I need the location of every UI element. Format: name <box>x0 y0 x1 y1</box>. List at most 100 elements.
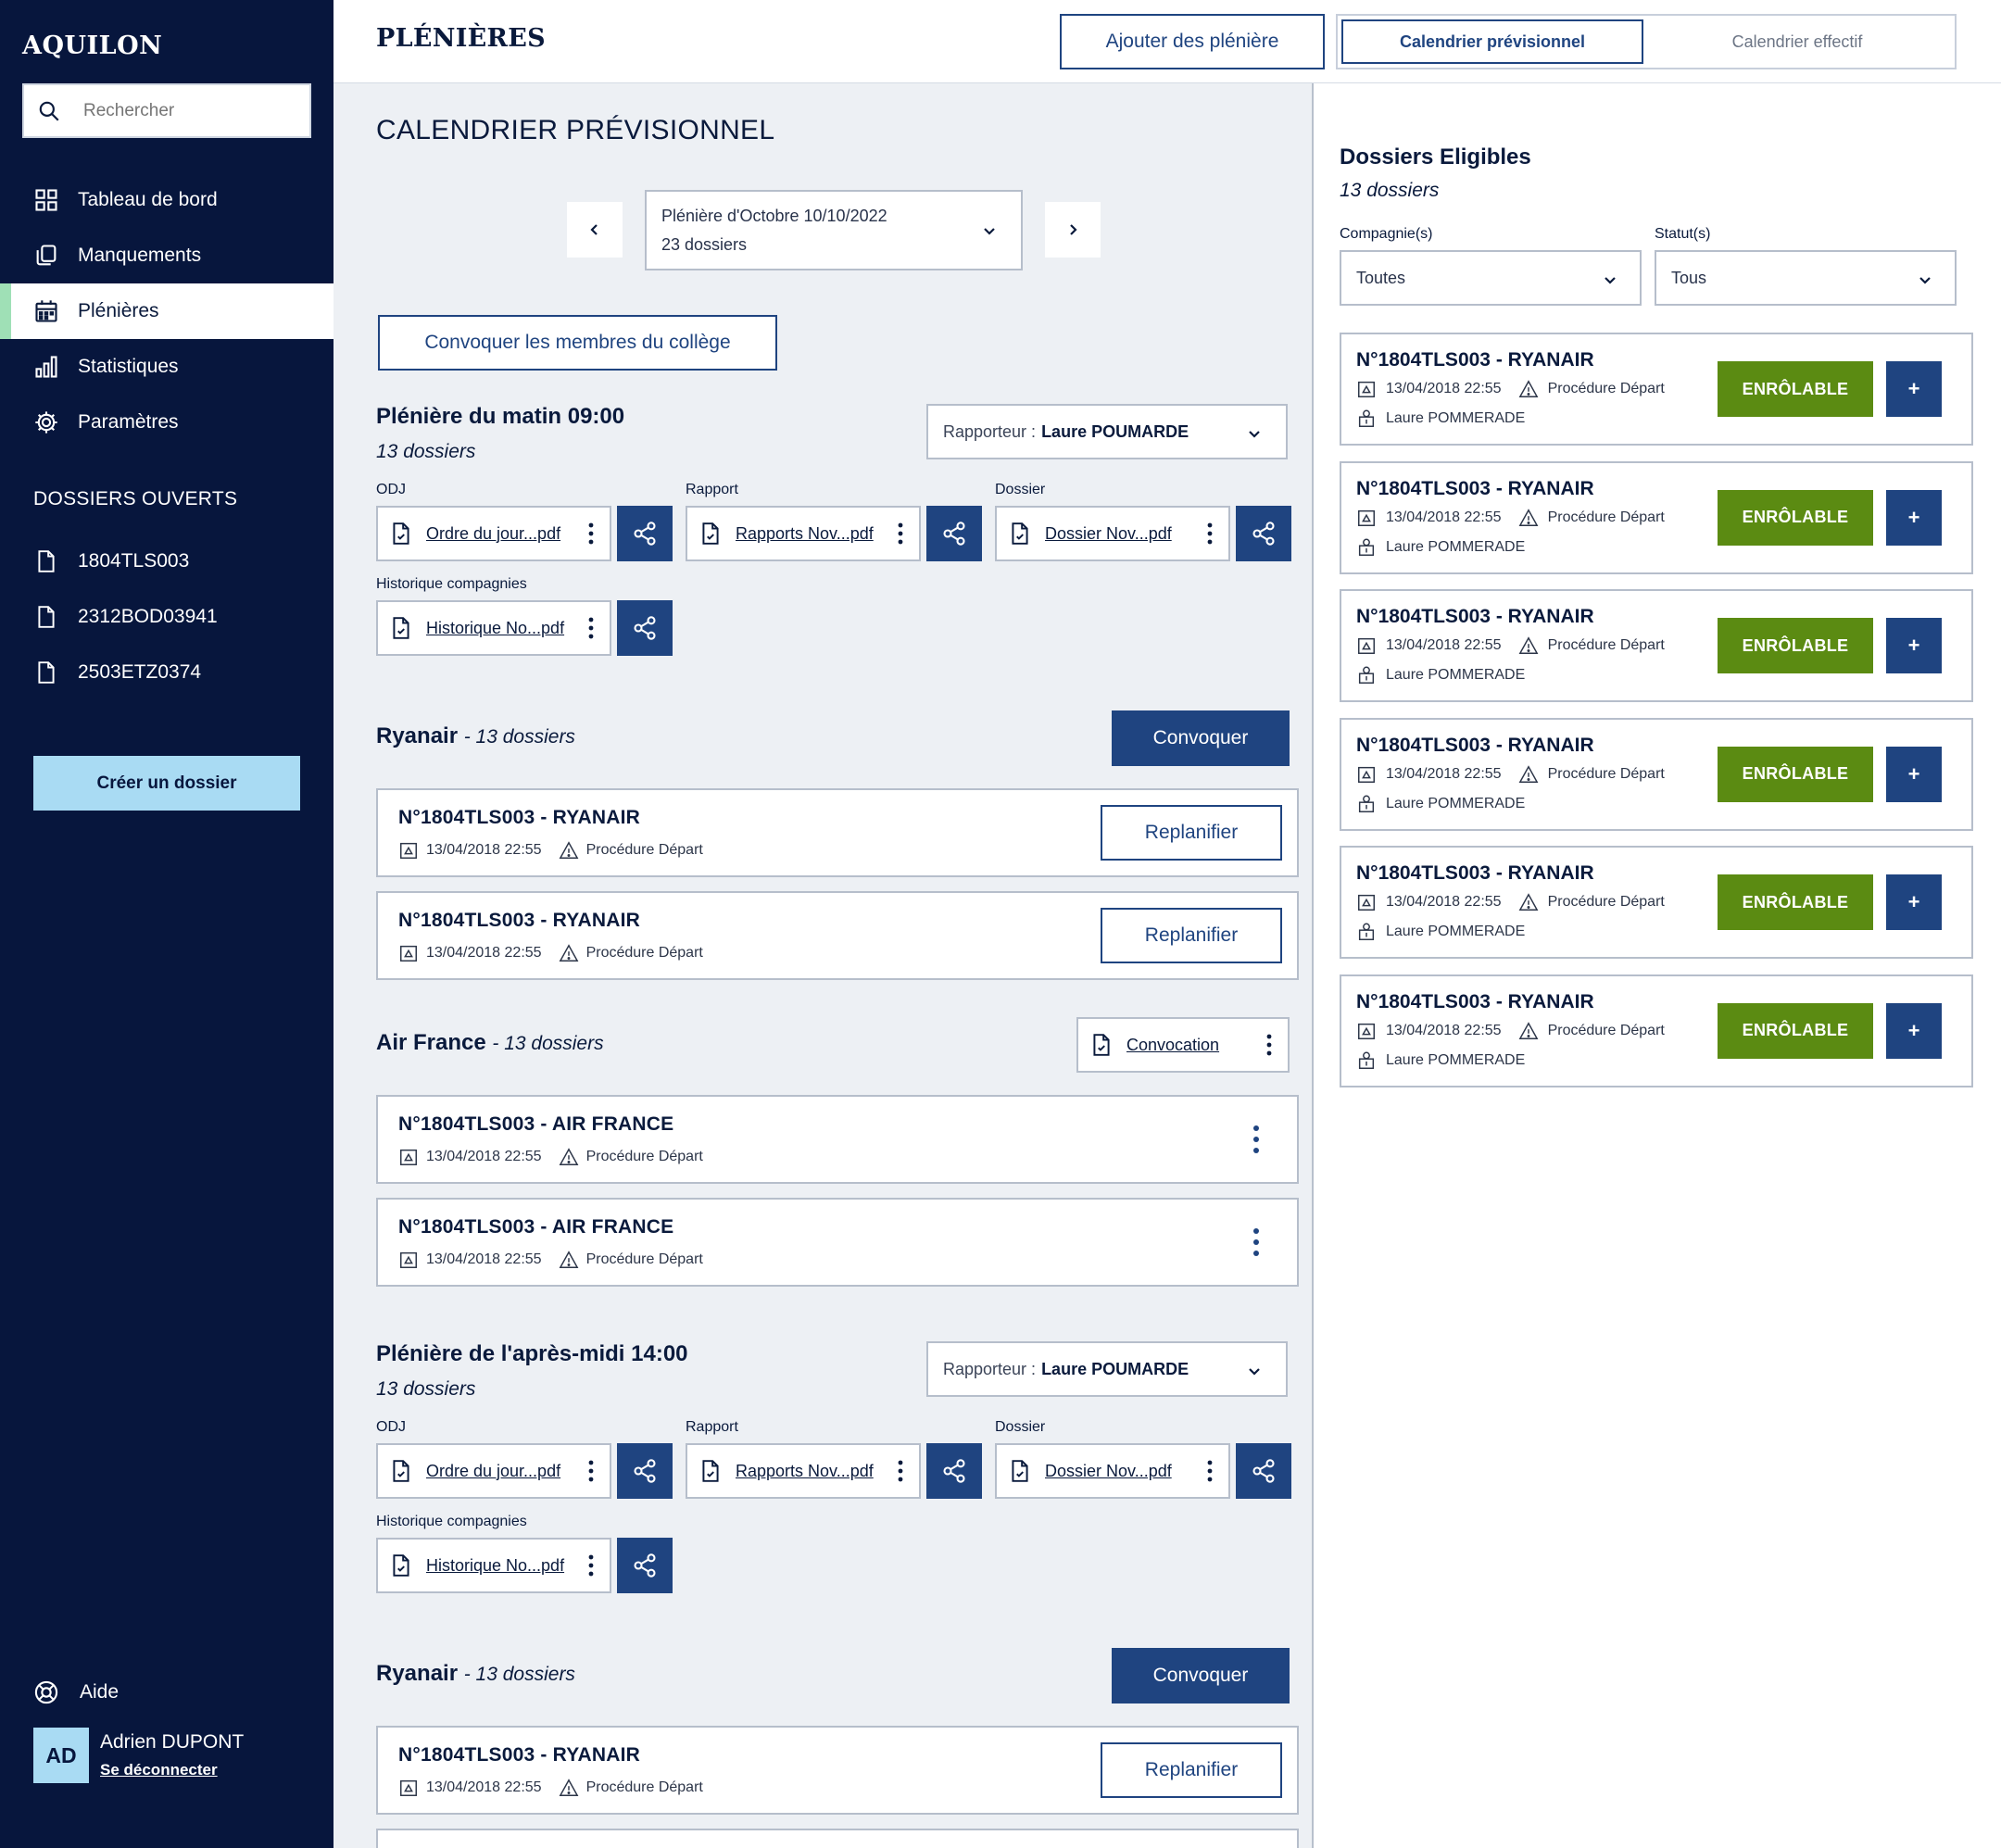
search-input[interactable] <box>83 100 287 121</box>
add-to-pleniere-button[interactable]: + <box>1886 361 1942 417</box>
file-name: Convocation <box>1126 1035 1220 1054</box>
rapporteur-select[interactable]: Rapporteur : Laure POUMARDE <box>926 1341 1288 1397</box>
eligible-card[interactable]: N°1804TLS003 - RYANAIR 13/04/2018 22:55 Pr… <box>1340 717 1973 831</box>
pleniere-selector[interactable]: Plénière d'Octobre 10/10/2022 23 dossier… <box>645 190 1023 270</box>
search-box[interactable] <box>22 83 311 138</box>
more-vertical-icon[interactable] <box>1265 1033 1273 1057</box>
enrolable-button[interactable]: ENRÔLABLE <box>1718 874 1873 930</box>
nav-item-manquements[interactable]: Manquements <box>0 228 334 283</box>
share-button[interactable] <box>617 1443 673 1499</box>
logout-link[interactable]: Se déconnecter <box>100 1761 244 1779</box>
help-link[interactable]: Aide <box>33 1679 119 1705</box>
replanifier-button[interactable]: Replanifier <box>1101 1742 1282 1798</box>
enrolable-button[interactable]: ENRÔLABLE <box>1718 361 1873 417</box>
rapport-file[interactable]: Rapports Nov...pdf <box>686 506 921 561</box>
warning-icon <box>1518 1021 1538 1039</box>
case-card[interactable]: N°1804TLS003 - AIR FRANCE 13/04/2018 22:… <box>376 1198 1299 1287</box>
replanifier-button[interactable]: Replanifier <box>1101 908 1282 963</box>
company-filter[interactable]: Toutes <box>1340 250 1642 306</box>
historique-file[interactable]: Historique No...pdf <box>376 1538 611 1593</box>
open-files-list: 1804TLS003 2312BOD03941 2503ETZ0374 <box>0 534 334 700</box>
eligible-card[interactable]: N°1804TLS003 - RYANAIR 13/04/2018 22:55 Pr… <box>1340 589 1973 702</box>
share-button[interactable] <box>617 600 673 656</box>
case-card[interactable]: N°1804TLS003 - RYANAIR 13/04/2018 22:55 … <box>376 788 1299 877</box>
add-to-pleniere-button[interactable]: + <box>1886 618 1942 673</box>
more-vertical-icon[interactable] <box>587 616 595 640</box>
next-button[interactable] <box>1045 202 1101 258</box>
convoquer-button[interactable]: Convoquer <box>1112 710 1290 766</box>
share-button[interactable] <box>617 1538 673 1593</box>
nav-label: Manquements <box>78 245 202 266</box>
eligible-card[interactable]: N°1804TLS003 - RYANAIR 13/04/2018 22:55 Pr… <box>1340 846 1973 959</box>
rapporteur-select[interactable]: Rapporteur : Laure POUMARDE <box>926 404 1288 459</box>
case-card-partial[interactable] <box>376 1829 1299 1848</box>
dossier-file[interactable]: Dossier Nov...pdf <box>995 506 1230 561</box>
enrolable-button[interactable]: ENRÔLABLE <box>1718 618 1873 673</box>
calendar-alert-icon <box>1358 637 1375 654</box>
more-vertical-icon[interactable] <box>1206 1459 1214 1483</box>
enrolable-button[interactable]: ENRÔLABLE <box>1718 489 1873 546</box>
create-file-button[interactable]: Créer un dossier <box>33 756 300 811</box>
nav-item-plenieres[interactable]: Plénières <box>0 283 334 339</box>
odj-file[interactable]: Ordre du jour...pdf <box>376 506 611 561</box>
company-count: - 13 dossiers <box>463 726 575 748</box>
company-name: Ryanair <box>376 723 459 748</box>
nav-item-tableau-de-bord[interactable]: Tableau de bord <box>0 172 334 228</box>
share-button[interactable] <box>1236 506 1291 561</box>
more-vertical-icon[interactable] <box>1252 1125 1260 1154</box>
search-icon <box>39 101 59 121</box>
odj-file[interactable]: Ordre du jour...pdf <box>376 1443 611 1499</box>
share-button[interactable] <box>1236 1443 1291 1499</box>
convoquer-button[interactable]: Convoquer <box>1112 1648 1290 1703</box>
rapport-file[interactable]: Rapports Nov...pdf <box>686 1443 921 1499</box>
enrolable-button[interactable]: ENRÔLABLE <box>1718 746 1873 802</box>
share-icon <box>1252 522 1275 546</box>
case-card[interactable]: N°1804TLS003 - AIR FRANCE 13/04/2018 22:… <box>376 1095 1299 1184</box>
replanifier-button[interactable]: Replanifier <box>1101 805 1282 861</box>
status-filter[interactable]: Tous <box>1655 250 1957 306</box>
share-button[interactable] <box>926 1443 982 1499</box>
enrolable-button[interactable]: ENRÔLABLE <box>1718 1002 1873 1059</box>
more-vertical-icon[interactable] <box>587 1459 595 1483</box>
add-to-pleniere-button[interactable]: + <box>1886 874 1942 930</box>
previous-button[interactable] <box>567 202 623 258</box>
historique-label: Historique compagnies <box>376 576 527 592</box>
case-procedure: Procédure Départ <box>1547 894 1665 910</box>
open-file-item[interactable]: 2312BOD03941 <box>0 589 334 645</box>
calendar-alert-icon <box>400 1149 417 1165</box>
open-file-item[interactable]: 1804TLS003 <box>0 534 334 589</box>
add-to-pleniere-button[interactable]: + <box>1886 746 1942 802</box>
app-logo: AQUILON <box>22 31 163 60</box>
case-card[interactable]: N°1804TLS003 - RYANAIR 13/04/2018 22:55 … <box>376 891 1299 980</box>
add-to-pleniere-button[interactable]: + <box>1886 489 1942 546</box>
eligible-card[interactable]: N°1804TLS003 - RYANAIR 13/04/2018 22:55 Pr… <box>1340 974 1973 1087</box>
add-to-pleniere-button[interactable]: + <box>1886 1002 1942 1059</box>
open-file-item[interactable]: 2503ETZ0374 <box>0 645 334 700</box>
nav-label: Paramètres <box>78 411 179 433</box>
convocation-file[interactable]: Convocation <box>1076 1017 1290 1073</box>
historique-file[interactable]: Historique No...pdf <box>376 600 611 656</box>
eligible-card[interactable]: N°1804TLS003 - RYANAIR 13/04/2018 22:55 Pr… <box>1340 333 1973 446</box>
case-procedure: Procédure Départ <box>585 1149 703 1164</box>
more-vertical-icon[interactable] <box>1206 522 1214 546</box>
filter-value: Tous <box>1671 268 1707 287</box>
share-button[interactable] <box>617 506 673 561</box>
eligible-card[interactable]: N°1804TLS003 - RYANAIR 13/04/2018 22:55 Pr… <box>1340 460 1973 574</box>
tab-calendrier-effectif[interactable]: Calendrier effectif <box>1643 19 1951 64</box>
more-vertical-icon[interactable] <box>1252 1227 1260 1257</box>
case-date: 13/04/2018 22:55 <box>1386 509 1502 525</box>
tab-calendrier-previsionnel[interactable]: Calendrier prévisionnel <box>1341 19 1643 64</box>
add-pleniere-button[interactable]: Ajouter des plénière <box>1060 14 1325 69</box>
nav-item-parametres[interactable]: Paramètres <box>0 395 334 450</box>
more-vertical-icon[interactable] <box>897 1459 904 1483</box>
warning-icon <box>559 1148 578 1165</box>
more-vertical-icon[interactable] <box>587 522 595 546</box>
share-button[interactable] <box>926 506 982 561</box>
more-vertical-icon[interactable] <box>897 522 904 546</box>
user-badge-icon <box>1358 538 1375 556</box>
case-card[interactable]: N°1804TLS003 - RYANAIR 13/04/2018 22:55 … <box>376 1726 1299 1815</box>
dossier-file[interactable]: Dossier Nov...pdf <box>995 1443 1230 1499</box>
convoke-members-button[interactable]: Convoquer les membres du collège <box>378 315 777 371</box>
nav-item-statistiques[interactable]: Statistiques <box>0 339 334 395</box>
more-vertical-icon[interactable] <box>587 1553 595 1578</box>
